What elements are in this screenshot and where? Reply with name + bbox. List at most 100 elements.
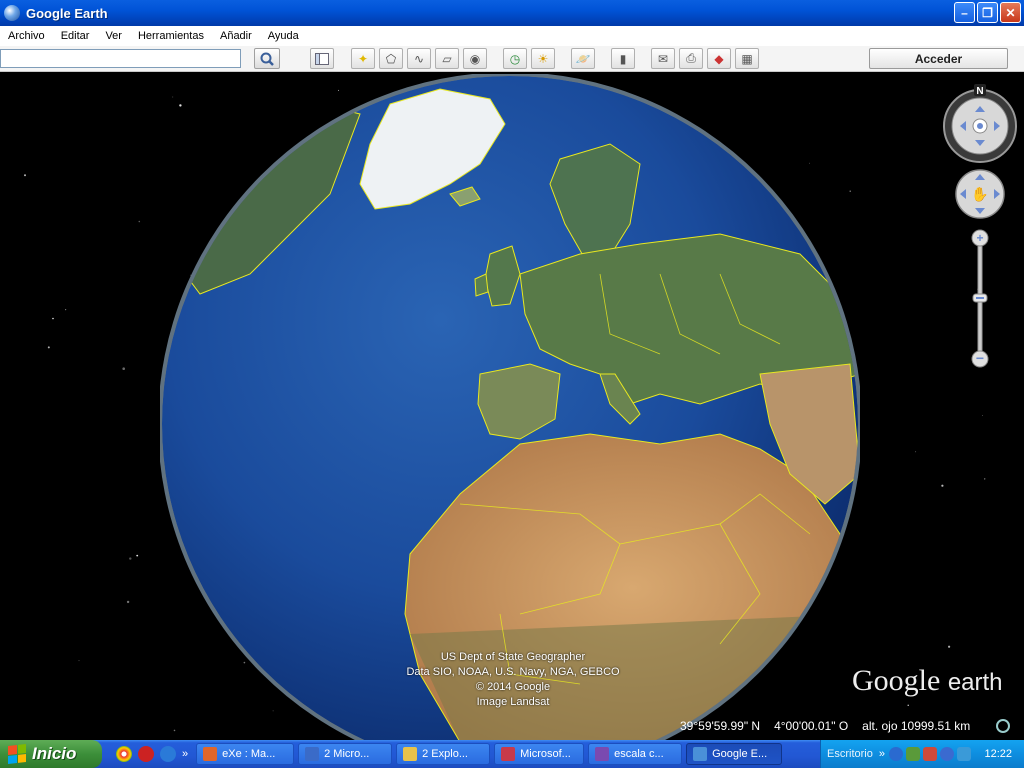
overlay-icon: ▱ [442,51,452,66]
task-label: escala c... [614,748,664,760]
look-control[interactable]: N [941,84,1019,164]
volume-icon[interactable] [956,747,971,761]
minimize-button[interactable]: – [954,2,975,23]
status-bar: 39°59'59.99" N 4°00'00.01" O alt. ojo 10… [680,719,970,733]
taskbar-task-button[interactable]: Google E... [686,743,783,765]
globe[interactable] [160,74,860,740]
close-button[interactable]: ✕ [1000,2,1021,23]
attribution-line: US Dept of State Geographer [440,651,586,663]
task-label: Google E... [712,748,768,760]
star [136,554,139,557]
search-button[interactable] [254,48,280,69]
zoom-slider[interactable]: + − [970,228,990,373]
print-button[interactable]: ⎙ [679,48,703,69]
task-label: Microsof... [520,748,571,760]
planet-icon: 🪐 [575,51,591,66]
sidebar-toggle-button[interactable] [310,48,334,69]
windows-logo-icon [8,744,26,764]
email-icon: ✉ [657,51,669,66]
back-icon[interactable] [888,747,903,761]
print-icon: ⎙ [686,51,696,65]
task-label: 2 Explo... [422,748,468,760]
ie-icon[interactable] [160,746,176,762]
plus-icon: + [976,231,983,245]
latitude-readout: 39°59'59.99" N [680,719,761,733]
clock: 12:22 [984,748,1012,760]
opera-icon[interactable] [138,746,154,762]
attribution-line: Data SIO, NOAA, U.S. Navy, NGA, GEBCO [406,666,620,678]
system-tray: Escritorio » 12:22 [820,740,1024,768]
streaming-indicator-icon [996,719,1010,733]
star [138,220,141,223]
longitude-readout: 4°00'00.01" O [774,719,849,733]
chrome-icon[interactable] [116,746,132,762]
taskbar-task-button[interactable]: Microsof... [494,743,585,765]
start-label: Inicio [32,744,77,763]
task-app-icon [501,747,516,761]
toolbar: ✦ ⬠ ∿ ▱ ◉ ◷ ☀ 🪐 ▮ ✉ ⎙ ◆ ▦ Acceder [0,46,1024,72]
taskbar-task-button[interactable]: eXe : Ma... [196,743,295,765]
start-button[interactable]: Inicio [0,740,102,768]
menu-editar[interactable]: Editar [53,30,98,42]
image-icon: ▦ [741,51,753,66]
menu-archivo[interactable]: Archivo [0,30,53,42]
star [24,174,26,177]
attribution-line: © 2014 Google [475,681,551,693]
desktop-toolbar-label[interactable]: Escritorio [821,748,879,760]
sidebar-icon [315,52,329,65]
task-app-icon [693,747,708,761]
network-icon[interactable] [905,747,920,761]
star [907,704,909,706]
record-tour-button[interactable]: ◉ [463,48,487,69]
camera-icon: ◉ [469,51,481,66]
star [129,557,132,560]
window-title: Google Earth [26,5,108,21]
save-image-button[interactable]: ▦ [735,48,759,69]
login-button[interactable]: Acceder [869,48,1008,69]
google-earth-logo: Google earth [852,664,1003,698]
star [78,660,80,662]
taskbar-task-button[interactable]: escala c... [588,743,683,765]
imagery-attribution: US Dept of State Geographer Data SIO, NO… [380,650,646,710]
view-in-maps-button[interactable]: ◆ [707,48,731,69]
menu-ver[interactable]: Ver [97,30,130,42]
search-icon [260,52,274,66]
historical-imagery-button[interactable]: ◷ [503,48,527,69]
switch-planet-button[interactable]: 🪐 [571,48,595,69]
quick-launch: » [102,746,196,762]
logo-earth-text: earth [947,669,1003,696]
email-button[interactable]: ✉ [651,48,675,69]
star [948,645,951,648]
map-viewport[interactable]: US Dept of State Geographer Data SIO, NO… [0,72,1024,740]
title-bar: Google Earth – ❐ ✕ [0,0,1024,26]
add-placemark-button[interactable]: ✦ [351,48,375,69]
task-label: eXe : Ma... [222,748,276,760]
taskbar-task-button[interactable]: 2 Explo... [396,743,491,765]
ruler-button[interactable]: ▮ [611,48,635,69]
google-earth-icon [4,5,20,21]
ie-tray-icon[interactable] [939,747,954,761]
task-app-icon [305,747,320,761]
taskbar: Inicio » eXe : Ma... 2 Micro... 2 Explo...… [0,740,1024,768]
task-list: eXe : Ma... 2 Micro... 2 Explo... Microsof.… [196,743,786,765]
clock-icon: ◷ [509,51,521,66]
add-polygon-button[interactable]: ⬠ [379,48,403,69]
add-overlay-button[interactable]: ▱ [435,48,459,69]
menu-anadir[interactable]: Añadir [212,30,260,42]
taskbar-task-button[interactable]: 2 Micro... [298,743,393,765]
sunlight-button[interactable]: ☀ [531,48,555,69]
more-chevron-icon[interactable]: » [182,748,188,760]
path-icon: ∿ [413,51,425,66]
hand-icon: ✋ [971,186,988,202]
tray-chevron-icon[interactable]: » [879,748,885,760]
menu-ayuda[interactable]: Ayuda [260,30,307,42]
star [915,451,917,453]
restore-button[interactable]: ❐ [977,2,998,23]
move-control[interactable]: ✋ [954,168,1006,220]
add-path-button[interactable]: ∿ [407,48,431,69]
menu-herramientas[interactable]: Herramientas [130,30,212,42]
star [52,317,54,320]
search-input[interactable] [0,49,241,68]
star [47,346,50,349]
security-icon[interactable] [922,747,937,761]
